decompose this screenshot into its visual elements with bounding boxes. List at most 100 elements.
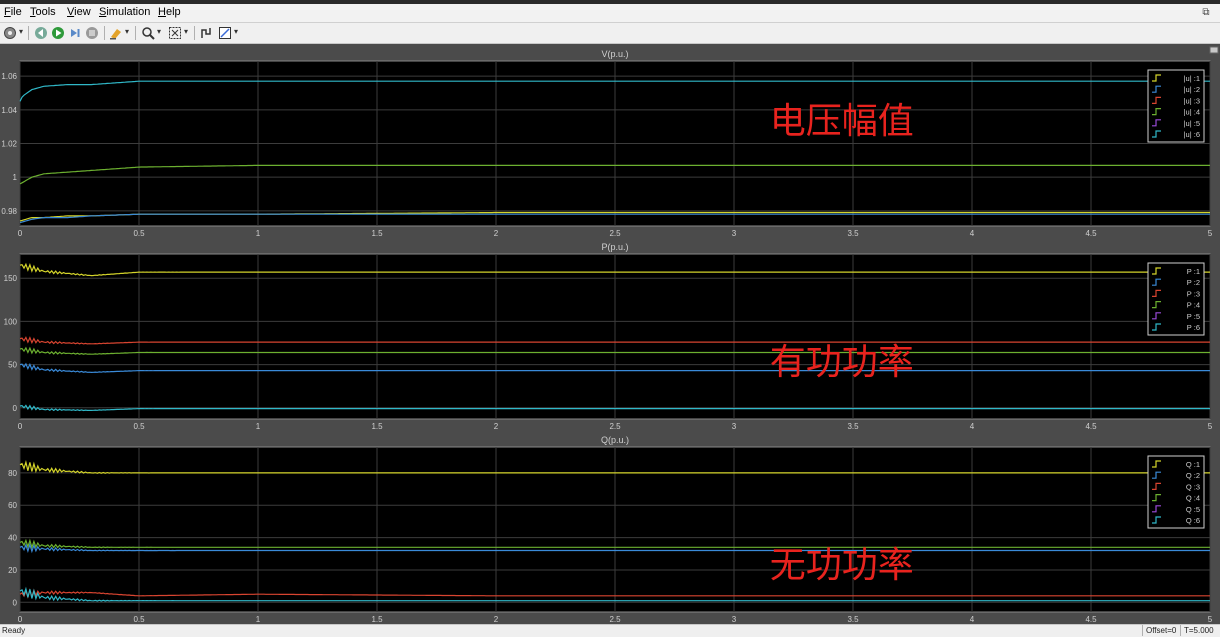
status-text: Ready (2, 626, 26, 635)
legend-label: P :3 (1187, 289, 1200, 298)
x-tick-label: 1 (256, 615, 261, 624)
legend-label: Q :2 (1186, 471, 1200, 480)
x-tick-label: 4 (970, 422, 975, 431)
toolbar-separator (104, 26, 105, 40)
plot-title: P(p.u.) (601, 242, 628, 252)
legend-label: |u| :2 (1184, 85, 1200, 94)
x-tick-label: 2 (494, 229, 499, 238)
toolbar-separator (135, 26, 136, 40)
menu-tools[interactable]: Tools (30, 6, 56, 18)
x-tick-label: 1.5 (371, 422, 383, 431)
autoscale-icon[interactable] (167, 25, 183, 41)
legend-label: P :6 (1187, 323, 1200, 332)
toolbar-separator (194, 26, 195, 40)
y-tick-label: 40 (8, 534, 17, 543)
x-tick-label: 4 (970, 615, 975, 624)
zoom-dropdown-icon[interactable]: ▾ (157, 27, 161, 36)
plot-title: V(p.u.) (601, 49, 628, 59)
plot-annotation: 电压幅值 (770, 101, 914, 142)
legend-label: |u| :4 (1184, 108, 1200, 117)
style-dropdown-icon[interactable]: ▾ (234, 27, 238, 36)
status-time: T=5.000 (1180, 625, 1217, 636)
y-tick-label: 60 (8, 501, 17, 510)
x-tick-label: 1 (256, 422, 261, 431)
x-tick-label: 1.5 (371, 615, 383, 624)
highlight-dropdown-icon[interactable]: ▾ (125, 27, 129, 36)
x-tick-label: 5 (1208, 615, 1213, 624)
step-back-icon[interactable] (33, 25, 49, 41)
run-icon[interactable] (50, 25, 66, 41)
toolbar: ▾ ▾ ▾ ▾ ▾ (0, 23, 1220, 44)
x-tick-label: 0 (18, 615, 23, 624)
menu-file[interactable]: File (4, 6, 22, 18)
y-tick-label: 0.98 (1, 207, 17, 216)
settings-icon[interactable] (2, 25, 18, 41)
x-tick-label: 0 (18, 229, 23, 238)
plot-annotation: 无功功率 (770, 545, 914, 586)
stop-icon[interactable] (84, 25, 100, 41)
menu-view[interactable]: View (67, 6, 91, 18)
legend-label: Q :5 (1186, 505, 1200, 514)
menu-simulation[interactable]: Simulation (99, 6, 150, 18)
x-tick-label: 3.5 (847, 615, 859, 624)
x-tick-label: 4.5 (1085, 229, 1097, 238)
x-tick-label: 0.5 (133, 229, 145, 238)
x-tick-label: 0.5 (133, 422, 145, 431)
x-tick-label: 1 (256, 229, 261, 238)
legend-label: |u| :6 (1184, 130, 1200, 139)
cursor-measure-icon[interactable] (199, 25, 215, 41)
legend-label: P :1 (1187, 267, 1200, 276)
y-tick-label: 1.02 (1, 140, 17, 149)
x-tick-label: 4.5 (1085, 615, 1097, 624)
x-tick-label: 0.5 (133, 615, 145, 624)
x-tick-label: 5 (1208, 422, 1213, 431)
plot-title: Q(p.u.) (601, 435, 629, 445)
autoscale-dropdown-icon[interactable]: ▾ (184, 27, 188, 36)
legend-label: |u| :1 (1184, 74, 1200, 83)
x-tick-label: 2.5 (609, 422, 621, 431)
legend-label: Q :6 (1186, 516, 1200, 525)
x-tick-label: 3 (732, 229, 737, 238)
menu-bar: File Tools View Simulation Help ⧉ (0, 4, 1220, 23)
y-tick-label: 1 (13, 173, 18, 182)
x-tick-label: 5 (1208, 229, 1213, 238)
legend-label: |u| :5 (1184, 119, 1200, 128)
legend-label: P :4 (1187, 301, 1200, 310)
legend-label: P :2 (1187, 278, 1200, 287)
x-tick-label: 2.5 (609, 229, 621, 238)
legend-label: Q :1 (1186, 460, 1200, 469)
y-tick-label: 1.06 (1, 72, 17, 81)
y-tick-label: 50 (8, 361, 17, 370)
legend-label: P :5 (1187, 312, 1200, 321)
status-bar: Ready Offset=0 T=5.000 (0, 624, 1220, 637)
y-tick-label: 0 (13, 404, 18, 413)
x-tick-label: 2.5 (609, 615, 621, 624)
x-tick-label: 4 (970, 229, 975, 238)
y-tick-label: 0 (13, 598, 18, 607)
scope-plots: V(p.u.) 0 0.5 1 1.5 2 2.5 3 3.5 4 4.5 5 0.98 1 1.02 1.0… (1, 46, 1219, 624)
status-offset: Offset=0 (1142, 625, 1179, 636)
scope-display: V(p.u.) 0 0.5 1 1.5 2 2.5 3 3.5 4 4.5 5 0.98 1 1.02 1.0… (0, 44, 1220, 624)
zoom-icon[interactable] (140, 25, 156, 41)
y-tick-label: 100 (4, 317, 18, 326)
y-tick-label: 80 (8, 469, 17, 478)
plot-annotation: 有功功率 (770, 342, 914, 383)
undock-icon (1209, 46, 1219, 54)
menu-help[interactable]: Help (158, 6, 181, 18)
x-tick-label: 3 (732, 615, 737, 624)
x-tick-label: 2 (494, 422, 499, 431)
legend-label: Q :3 (1186, 482, 1200, 491)
legend-label: Q :4 (1186, 494, 1200, 503)
x-tick-label: 2 (494, 615, 499, 624)
style-icon[interactable] (217, 25, 233, 41)
highlight-icon[interactable] (108, 25, 124, 41)
x-tick-label: 3 (732, 422, 737, 431)
y-tick-label: 1.04 (1, 106, 17, 115)
step-forward-icon[interactable] (67, 25, 83, 41)
window-restore-icon[interactable]: ⧉ (1198, 7, 1214, 19)
toolbar-separator (28, 26, 29, 40)
legend-label: |u| :3 (1184, 96, 1200, 105)
y-tick-label: 20 (8, 566, 17, 575)
settings-dropdown-icon[interactable]: ▾ (19, 27, 23, 36)
x-tick-label: 3.5 (847, 229, 859, 238)
